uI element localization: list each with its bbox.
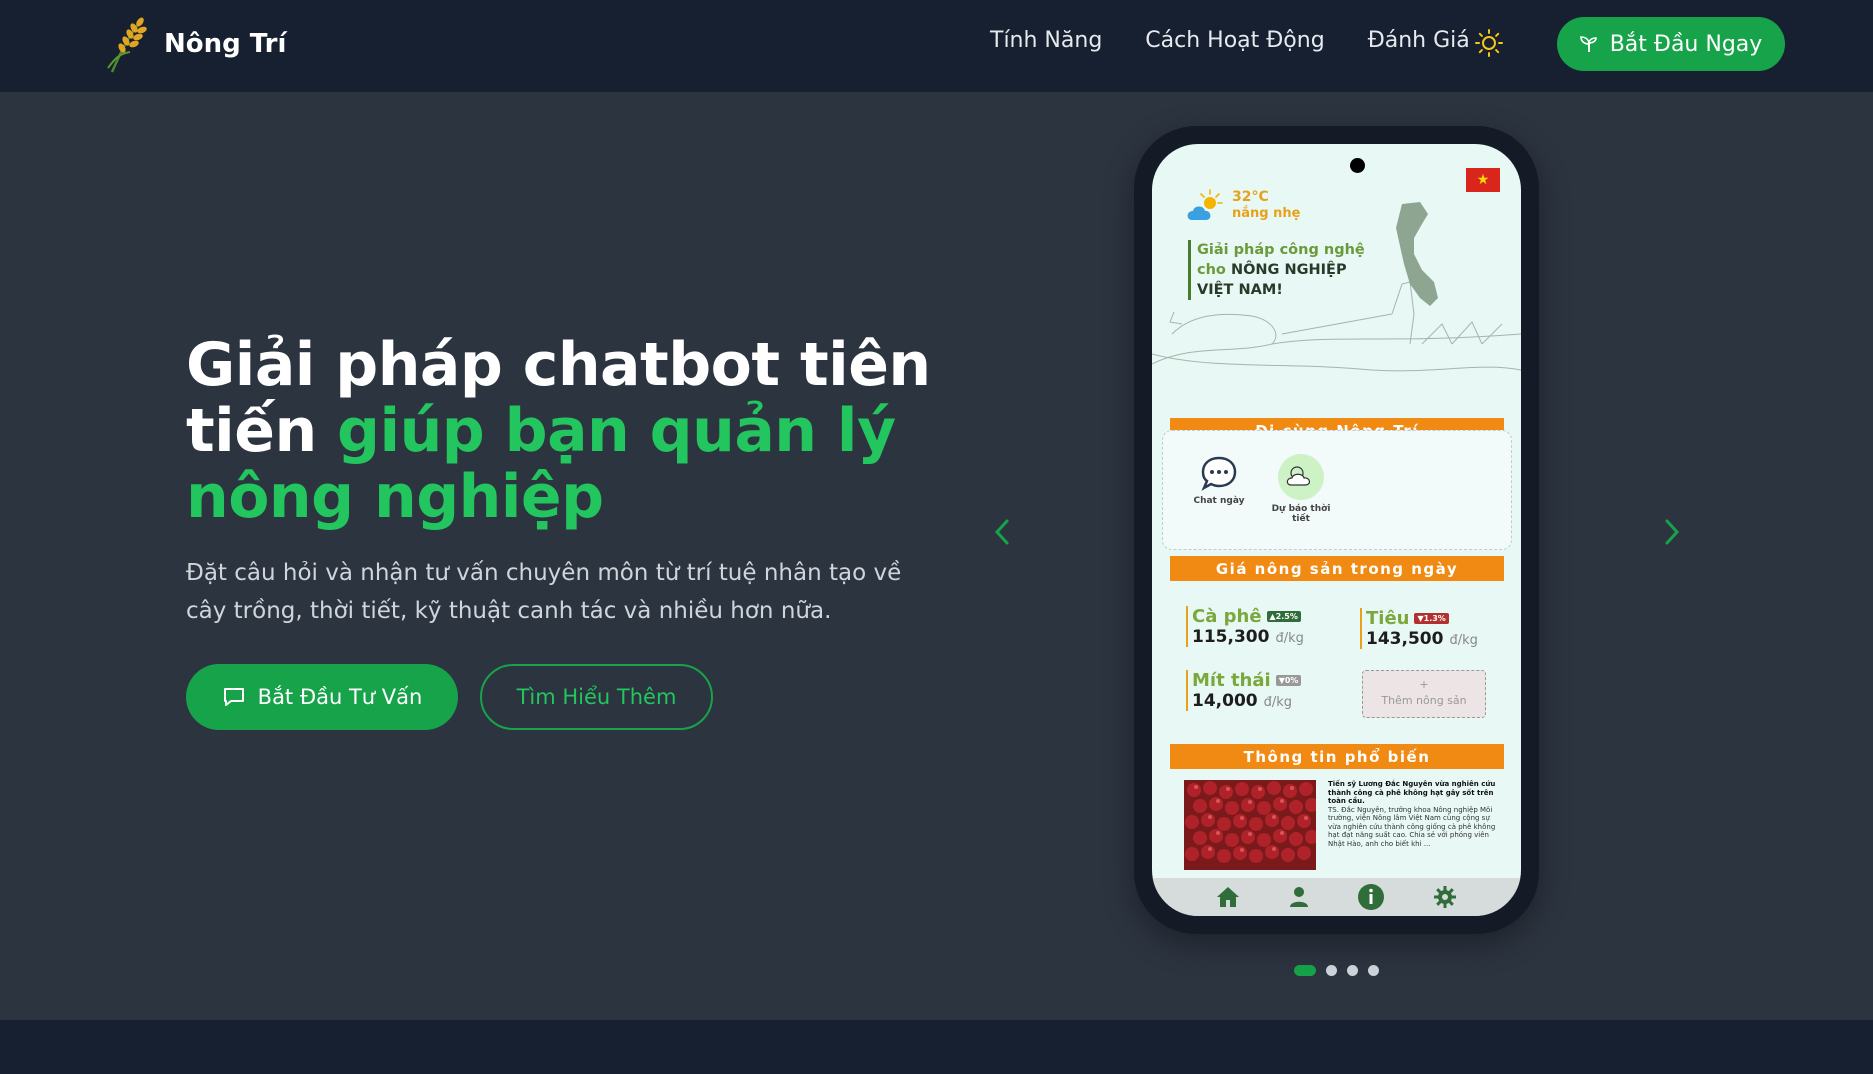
info-icon[interactable] — [1357, 883, 1385, 911]
section-prices-header: Giá nông sản trong ngày — [1170, 556, 1504, 581]
carousel-dot-3[interactable] — [1347, 965, 1358, 976]
coffee-beans-image — [1184, 780, 1316, 870]
learn-more-button[interactable]: Tìm Hiểu Thêm — [480, 664, 713, 730]
price-coffee-value: 115,300 — [1192, 627, 1270, 647]
slogan-line-2b: NÔNG NGHIỆP — [1230, 262, 1347, 278]
add-product-button[interactable]: + Thêm nông sản — [1362, 670, 1486, 718]
price-jackfruit-name: Mít thái — [1192, 670, 1271, 691]
feature-weather[interactable]: Dự báo thời tiết — [1271, 453, 1331, 524]
carousel-dot-4[interactable] — [1368, 965, 1379, 976]
price-coffee: Cà phê ▲2.5% 115,300 đ/kg — [1186, 606, 1326, 647]
price-pepper-value: 143,500 — [1366, 629, 1444, 649]
price-jackfruit-unit: đ/kg — [1263, 695, 1293, 710]
rice-logo-icon — [107, 17, 147, 73]
price-coffee-badge: ▲2.5% — [1266, 611, 1301, 622]
nav-link-reviews[interactable]: Đánh Giá — [1368, 28, 1470, 53]
slogan-line-2a: cho — [1197, 262, 1231, 278]
start-consulting-label: Bắt Đầu Tư Vấn — [257, 685, 423, 709]
price-jackfruit: Mít thái ▼0% 14,000 đ/kg — [1186, 670, 1326, 711]
price-pepper-unit: đ/kg — [1449, 633, 1478, 648]
feature-chat-label: Chat ngày — [1193, 496, 1245, 506]
chevron-right-icon — [1665, 519, 1680, 545]
phone-camera — [1350, 158, 1365, 173]
nav-link-features[interactable]: Tính Năng — [990, 28, 1102, 53]
news-headline: Tiến sỹ Lương Đắc Nguyên vừa nghiên cứu … — [1328, 780, 1496, 805]
start-consulting-button[interactable]: Bắt Đầu Tư Vấn — [186, 664, 458, 730]
brand[interactable]: Nông Trí — [104, 14, 286, 74]
carousel-prev-button[interactable] — [982, 512, 1022, 552]
nav-link-how-it-works[interactable]: Cách Hoạt Động — [1145, 28, 1324, 53]
price-pepper-badge: ▼1.3% — [1414, 613, 1449, 624]
add-product-plus: + — [1419, 678, 1429, 691]
slogan-line-1: Giải pháp công nghệ — [1197, 242, 1365, 258]
chat-icon — [223, 688, 244, 706]
phone-slogan: Giải pháp công nghệ cho NÔNG NGHIỆP VIỆT… — [1188, 240, 1365, 300]
weather-icon — [1278, 454, 1324, 500]
news-text[interactable]: Tiến sỹ Lương Đắc Nguyên vừa nghiên cứu … — [1328, 780, 1498, 848]
start-now-button[interactable]: Bắt Đầu Ngay — [1557, 17, 1785, 71]
chat-bubble-icon — [1201, 456, 1237, 491]
carousel-dots — [1294, 965, 1379, 976]
learn-more-label: Tìm Hiểu Thêm — [516, 685, 677, 709]
feature-chat[interactable]: Chat ngày — [1189, 453, 1249, 506]
price-coffee-unit: đ/kg — [1275, 631, 1304, 646]
home-icon[interactable] — [1216, 886, 1240, 908]
features-box: Chat ngày Dự báo thời tiết — [1162, 430, 1512, 550]
phone-screen: 32°C nắng nhẹ ★ Giải pháp công nghệ cho … — [1152, 144, 1521, 916]
price-pepper-name: Tiêu — [1366, 608, 1410, 629]
feature-weather-label: Dự báo thời tiết — [1271, 504, 1331, 524]
gear-icon[interactable] — [1433, 885, 1457, 909]
price-coffee-name: Cà phê — [1192, 606, 1262, 627]
vietnam-flag-icon: ★ — [1466, 168, 1500, 192]
chevron-left-icon — [994, 519, 1009, 545]
phone-bottom-nav — [1152, 878, 1521, 916]
hero-title: Giải pháp chatbot tiên tiến giúp bạn quả… — [186, 332, 946, 530]
nav-links: Tính Năng Cách Hoạt Động Đánh Giá — [990, 28, 1470, 53]
news-body: TS. Đắc Nguyên, trưởng khoa Nông nghiệp … — [1328, 805, 1496, 848]
carousel-dot-2[interactable] — [1326, 965, 1337, 976]
carousel-dot-1[interactable] — [1294, 965, 1316, 976]
hero-section: Giải pháp chatbot tiên tiến giúp bạn quả… — [0, 92, 1873, 1020]
price-jackfruit-badge: ▼0% — [1275, 675, 1302, 686]
footer-band — [0, 1020, 1873, 1074]
carousel-next-button[interactable] — [1652, 512, 1692, 552]
navbar: Nông Trí Tính Năng Cách Hoạt Động Đánh G… — [0, 0, 1873, 92]
sprout-icon — [1579, 36, 1597, 52]
section-news-header: Thông tin phổ biến — [1170, 744, 1504, 769]
price-pepper: Tiêu ▼1.3% 143,500 đ/kg — [1360, 608, 1500, 649]
brand-name: Nông Trí — [164, 29, 287, 59]
sun-icon[interactable] — [1474, 28, 1504, 58]
slogan-line-3: VIỆT NAM! — [1197, 282, 1283, 298]
user-icon[interactable] — [1288, 886, 1310, 908]
add-product-label: Thêm nông sản — [1381, 694, 1467, 707]
hero-description: Đặt câu hỏi và nhận tư vấn chuyên môn từ… — [186, 560, 902, 624]
phone-mockup: 32°C nắng nhẹ ★ Giải pháp công nghệ cho … — [1134, 126, 1539, 934]
price-jackfruit-value: 14,000 — [1192, 691, 1258, 711]
start-now-label: Bắt Đầu Ngay — [1609, 31, 1763, 57]
